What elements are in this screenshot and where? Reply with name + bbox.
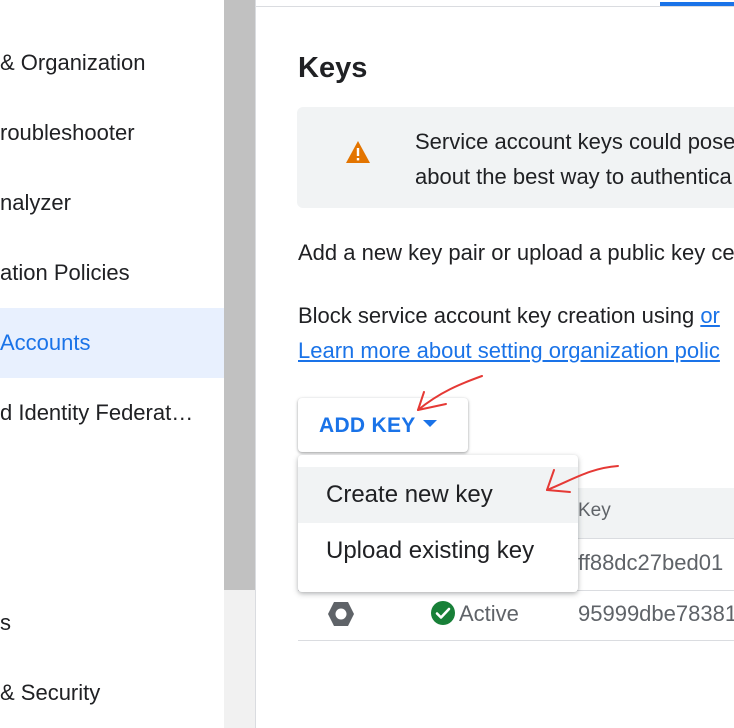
sidebar-item-label: & Organization [0,50,146,75]
sidebar-item-label: ation Policies [0,260,130,285]
table-row-key-id: ff88dc27bed01 [578,550,724,575]
column-header-key: Key [578,500,611,521]
warning-line-2: about the best way to authentica [415,164,732,189]
service-account-key-icon [328,602,354,626]
add-key-menu: Create new key Upload existing key [298,455,578,592]
warning-text: Service account keys could pose about th… [415,124,734,194]
sidebar-item-label: d Identity Federat… [0,400,194,425]
learn-more-link[interactable]: Learn more about setting organization po… [298,338,720,363]
warning-icon [346,141,370,163]
sidebar-item-organization-policies[interactable]: ation Policies [0,238,224,308]
table-row-key-id: 95999dbe78381 [578,601,734,626]
menu-item-upload-existing-key[interactable]: Upload existing key [298,523,578,579]
page-title: Keys [298,52,368,84]
sidebar-item-policy-troubleshooter[interactable]: roubleshooter [0,98,224,168]
sidebar-item-label: s [0,610,11,635]
sidebar-item-label: roubleshooter [0,120,135,145]
sidebar-item-service-accounts[interactable]: Accounts [0,308,224,378]
sidebar-item-security[interactable]: & Security [0,658,224,728]
chevron-down-icon [423,420,437,427]
page: & Organization roubleshooter nalyzer ati… [0,0,734,728]
block-text-prefix: Block service account key creation using [298,303,701,328]
sidebar-item-label: & Security [0,680,101,705]
sidebar-item-policy-analyzer[interactable]: nalyzer [0,168,224,238]
sidebar-nav: & Organization roubleshooter nalyzer ati… [0,0,224,728]
warning-line-1: Service account keys could pose [415,129,734,154]
menu-item-create-new-key[interactable]: Create new key [298,467,578,523]
sidebar-item-truncated[interactable]: s [0,588,224,658]
add-key-button[interactable]: ADD KEY [298,398,468,452]
block-text: Block service account key creation using… [298,299,720,333]
row-divider [298,640,734,641]
status-active: Active [459,601,519,626]
intro-text: Add a new key pair or upload a public ke… [298,240,734,265]
menu-item-label: Upload existing key [326,537,535,564]
check-circle-icon [431,601,455,625]
sidebar-item-identity-federation[interactable]: d Identity Federat… [0,378,224,448]
sidebar-divider [255,0,256,728]
sidebar-item-label: nalyzer [0,190,71,215]
active-tab-indicator [660,2,734,6]
org-policy-link[interactable]: or [700,303,720,328]
sidebar-scrollbar-thumb[interactable] [224,0,255,590]
menu-item-label: Create new key [326,481,493,508]
add-key-label: ADD KEY [319,414,416,437]
sidebar-item-identity-organization[interactable]: & Organization [0,28,224,98]
sidebar-item-label: Accounts [0,330,91,355]
learn-more-text: Learn more about setting organization po… [298,334,720,368]
tab-bar-divider [256,6,734,7]
